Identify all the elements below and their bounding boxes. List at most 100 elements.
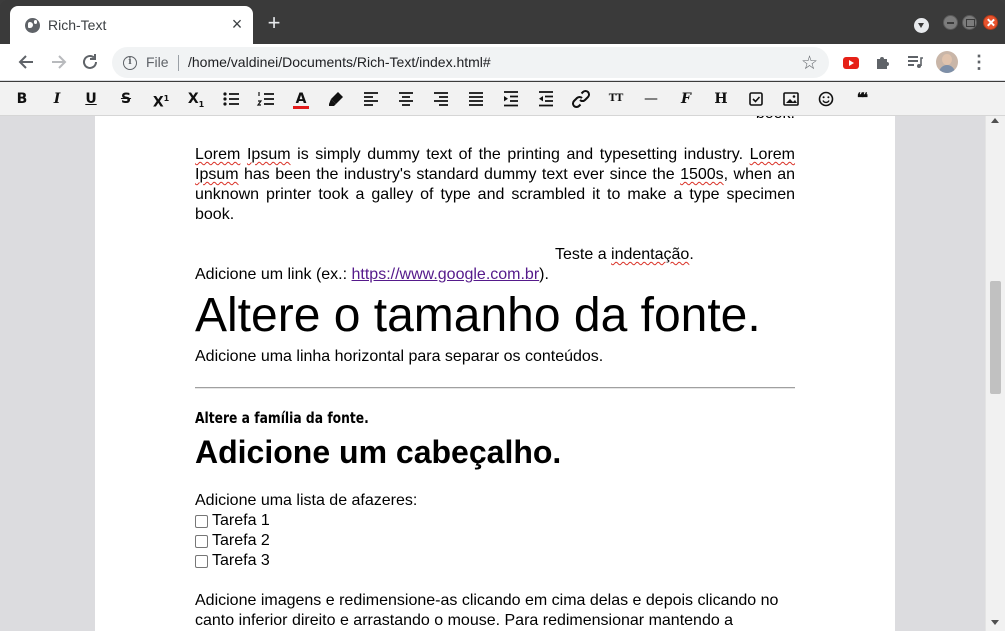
extensions-puzzle-icon[interactable]	[874, 53, 892, 71]
todo-item: Tarefa 3	[195, 551, 270, 571]
large-font-text: Altere o tamanho da fonte.	[195, 289, 761, 342]
browser-toolbar: i File /home/valdinei/Documents/Rich-Tex…	[0, 44, 1005, 81]
maximize-button[interactable]	[962, 15, 977, 30]
todo-label: Tarefa 1	[212, 512, 270, 529]
paragraph-text: is simply dummy text of the printing and…	[290, 146, 750, 163]
forward-arrow-icon[interactable]	[48, 51, 70, 73]
horizontal-rule-label: —	[644, 91, 658, 107]
heading-button[interactable]: H	[710, 88, 732, 110]
font-family-text: Altere a família da fonte.	[195, 409, 369, 427]
justify-icon[interactable]	[465, 88, 487, 110]
misspelled-word: Lorem	[749, 146, 796, 163]
outdent-icon[interactable]	[535, 88, 557, 110]
clipped-text: book.	[756, 116, 795, 124]
misspelled-word: indentação	[611, 246, 690, 263]
heading-label: H	[714, 91, 728, 107]
font-size-button[interactable]: TT	[605, 88, 627, 110]
indent-text: Teste a	[555, 246, 612, 263]
italic-button[interactable]: I	[46, 88, 68, 110]
misspelled-word: Ipsum	[246, 146, 291, 163]
info-icon[interactable]: i	[123, 56, 137, 70]
profile-avatar[interactable]	[936, 51, 958, 73]
heading-text: Adicione um cabeçalho.	[195, 434, 562, 470]
bold-label: B	[16, 91, 28, 107]
tab-search-dropdown-icon[interactable]	[914, 18, 929, 33]
align-left-icon[interactable]	[360, 88, 382, 110]
scroll-down-icon[interactable]	[991, 620, 999, 625]
link-line: Adicione um link (ex.: https://www.googl…	[195, 265, 549, 285]
todo-checkbox[interactable]	[195, 534, 208, 548]
scrollbar-thumb[interactable]	[990, 281, 1001, 394]
omnibox-separator	[178, 55, 179, 71]
italic-label: I	[53, 91, 61, 107]
text-color-button[interactable]: A	[290, 88, 312, 110]
bookmark-star-icon[interactable]: ☆	[801, 52, 818, 75]
file-label: File	[146, 54, 169, 70]
close-window-button[interactable]	[983, 15, 998, 30]
reload-icon[interactable]	[79, 51, 101, 73]
media-control-icon[interactable]	[906, 53, 924, 71]
link-prefix: Adicione um link (ex.:	[195, 266, 352, 283]
indent-punct: .	[689, 246, 694, 263]
tab-close-icon[interactable]: ×	[228, 15, 246, 33]
misspelled-word: Ipsum	[195, 166, 239, 183]
link-icon[interactable]	[570, 88, 592, 110]
todo-item: Tarefa 1	[195, 511, 270, 531]
window-titlebar: Rich-Text × +	[0, 0, 1005, 44]
lorem-paragraph: Lorem Ipsum is simply dummy text of the …	[195, 145, 795, 225]
superscript-base: X	[152, 94, 164, 111]
highlighter-icon[interactable]	[325, 88, 347, 110]
horizontal-rule	[195, 387, 795, 389]
underline-label: U	[85, 91, 97, 107]
emoji-icon[interactable]	[815, 88, 837, 110]
url-text[interactable]: /home/valdinei/Documents/Rich-Text/index…	[188, 54, 491, 70]
checkbox-icon[interactable]	[745, 88, 767, 110]
vertical-scrollbar[interactable]	[985, 116, 1005, 631]
strikethrough-button[interactable]: S	[115, 88, 137, 110]
google-link[interactable]: https://www.google.com.br	[352, 266, 540, 283]
underline-button[interactable]: U	[80, 88, 102, 110]
browser-tab[interactable]: Rich-Text ×	[10, 6, 253, 44]
subscript-base: X	[187, 91, 199, 107]
superscript-button[interactable]: X1	[150, 88, 172, 111]
text-color-label: A	[295, 91, 307, 107]
subscript-mark: 1	[198, 99, 205, 109]
todo-checkbox[interactable]	[195, 554, 208, 568]
horizontal-rule-button[interactable]: —	[640, 88, 662, 110]
numbered-list-icon[interactable]	[255, 88, 277, 110]
images-paragraph: Adicione imagens e redimensione-as clica…	[195, 592, 779, 629]
text-color-swatch	[293, 106, 309, 109]
bullet-list-icon[interactable]	[220, 88, 242, 110]
youtube-extension-icon[interactable]	[843, 57, 859, 69]
misspelled-word: Lorem	[195, 146, 241, 163]
scroll-up-icon[interactable]	[991, 118, 999, 123]
back-arrow-icon[interactable]	[15, 51, 37, 73]
indented-line: Teste a indentação.	[555, 245, 694, 265]
address-bar[interactable]: i File /home/valdinei/Documents/Rich-Tex…	[112, 47, 829, 78]
menu-kebab-icon[interactable]: ⋮	[970, 52, 988, 72]
superscript-mark: 1	[163, 94, 170, 103]
todo-label: Tarefa 2	[212, 532, 270, 549]
editor-toolbar: B I U S X1 X1 A TT — F H ❝❝	[0, 82, 1005, 116]
image-icon[interactable]	[780, 88, 802, 110]
link-suffix: ).	[539, 266, 549, 283]
editor-page[interactable]: book. Lorem Ipsum is simply dummy text o…	[95, 116, 895, 631]
indent-icon[interactable]	[500, 88, 522, 110]
subscript-button[interactable]: X1	[185, 88, 207, 110]
align-right-icon[interactable]	[430, 88, 452, 110]
strikethrough-label: S	[120, 91, 132, 107]
font-family-label: F	[681, 91, 691, 107]
quote-button[interactable]: ❝❝	[850, 88, 872, 110]
bold-button[interactable]: B	[11, 88, 33, 110]
todo-checkbox[interactable]	[195, 514, 208, 528]
horizontal-rule-text: Adicione uma linha horizontal para separ…	[195, 348, 604, 365]
paragraph-text: has been the industry's standard dummy t…	[238, 166, 681, 183]
minimize-button[interactable]	[943, 15, 958, 30]
quote-label: ❝❝	[857, 91, 868, 106]
tab-title: Rich-Text	[48, 17, 107, 33]
align-center-icon[interactable]	[395, 88, 417, 110]
globe-icon	[25, 18, 40, 33]
new-tab-button[interactable]: +	[264, 12, 284, 34]
misspelled-word: 1500s	[680, 166, 724, 183]
font-family-button[interactable]: F	[675, 88, 697, 110]
